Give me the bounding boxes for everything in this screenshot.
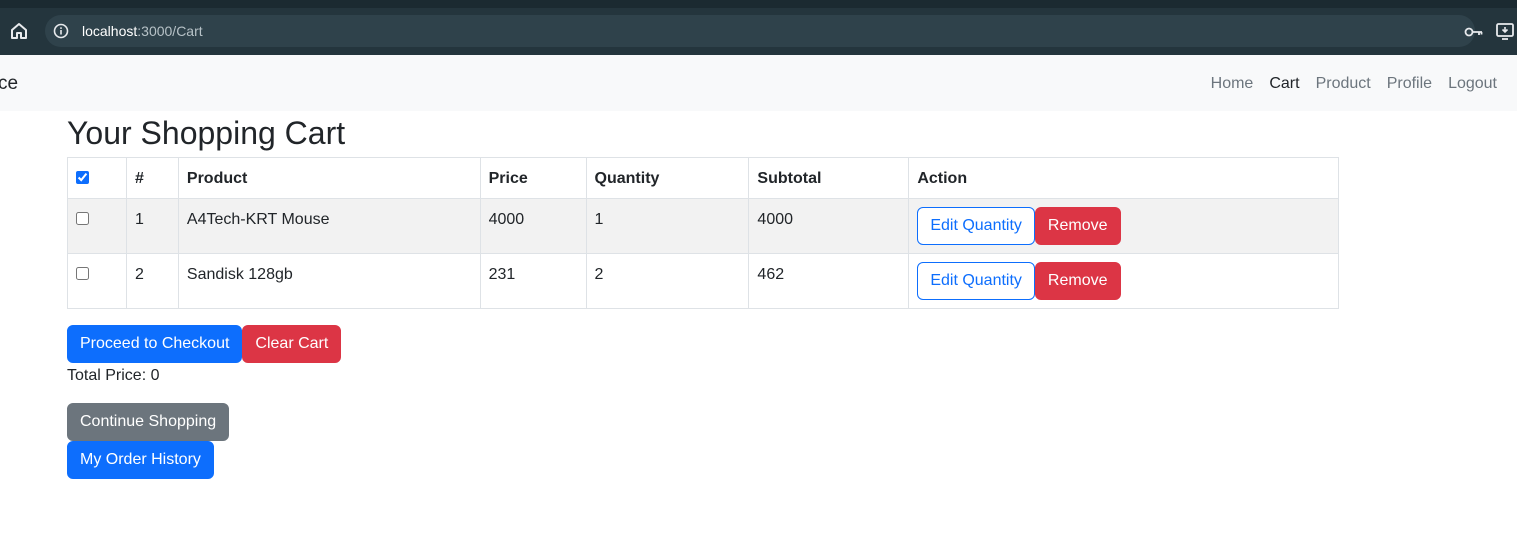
remove-button[interactable]: Remove xyxy=(1034,207,1121,245)
header-subtotal: Subtotal xyxy=(748,157,910,199)
select-all-checkbox[interactable] xyxy=(76,171,89,184)
navbar-brand[interactable]: ce xyxy=(0,73,18,95)
row-number: 1 xyxy=(125,198,179,254)
row-actions: Edit Quantity Remove xyxy=(908,253,1339,309)
url-path: :3000/Cart xyxy=(137,23,203,39)
remove-button[interactable]: Remove xyxy=(1034,262,1121,300)
proceed-to-checkout-button[interactable]: Proceed to Checkout xyxy=(67,325,243,363)
site-navbar: ce Home Cart Product Profile Logout xyxy=(0,55,1517,111)
browser-tab-strip xyxy=(0,0,1517,8)
row-subtotal: 4000 xyxy=(748,198,910,254)
clear-cart-button[interactable]: Clear Cart xyxy=(242,325,342,363)
continue-shopping-button[interactable]: Continue Shopping xyxy=(67,403,230,441)
header-action: Action xyxy=(908,157,1339,199)
edit-quantity-button[interactable]: Edit Quantity xyxy=(917,207,1035,245)
row-select-cell xyxy=(67,198,127,254)
row-quantity: 2 xyxy=(585,253,750,309)
key-icon[interactable] xyxy=(1463,21,1485,43)
nav-link-profile[interactable]: Profile xyxy=(1387,74,1432,94)
install-app-icon[interactable] xyxy=(1495,20,1517,42)
page-title: Your Shopping Cart xyxy=(67,115,346,151)
table-row: 1 A4Tech-KRT Mouse 4000 1 4000 Edit Quan… xyxy=(67,198,1339,254)
header-price: Price xyxy=(479,157,587,199)
nav-link-cart[interactable]: Cart xyxy=(1269,74,1299,94)
row-number: 2 xyxy=(125,253,179,309)
row-subtotal: 462 xyxy=(748,253,910,309)
address-bar[interactable]: localhost:3000/Cart xyxy=(45,15,1475,47)
row-product: Sandisk 128gb xyxy=(177,253,481,309)
row-product: A4Tech-KRT Mouse xyxy=(177,198,481,254)
row-actions: Edit Quantity Remove xyxy=(908,198,1339,254)
total-price: Total Price: 0 xyxy=(67,367,160,384)
nav-link-home[interactable]: Home xyxy=(1211,74,1254,94)
row-checkbox[interactable] xyxy=(76,212,89,225)
row-price: 4000 xyxy=(479,198,587,254)
address-url[interactable]: localhost:3000/Cart xyxy=(82,23,203,39)
nav-link-product[interactable]: Product xyxy=(1316,74,1371,94)
header-number: # xyxy=(125,157,179,199)
cart-actions: Proceed to Checkout Clear Cart xyxy=(67,325,342,363)
edit-quantity-button[interactable]: Edit Quantity xyxy=(917,262,1035,300)
row-quantity: 1 xyxy=(585,198,750,254)
row-select-cell xyxy=(67,253,127,309)
row-price: 231 xyxy=(479,253,587,309)
browser-toolbar: localhost:3000/Cart xyxy=(0,8,1517,55)
header-select-all xyxy=(67,157,127,199)
nav-links: Home Cart Product Profile Logout xyxy=(1211,74,1497,94)
table-row: 2 Sandisk 128gb 231 2 462 Edit Quantity R… xyxy=(67,253,1339,309)
home-icon[interactable] xyxy=(9,21,29,41)
nav-link-logout[interactable]: Logout xyxy=(1448,74,1497,94)
url-host: localhost xyxy=(82,23,138,39)
header-quantity: Quantity xyxy=(585,157,750,199)
order-history-button[interactable]: My Order History xyxy=(67,441,214,479)
table-header-row: # Product Price Quantity Subtotal Action xyxy=(67,157,1339,199)
row-checkbox[interactable] xyxy=(76,267,89,280)
info-icon[interactable] xyxy=(53,23,69,39)
header-product: Product xyxy=(177,157,481,199)
cart-table: # Product Price Quantity Subtotal Action… xyxy=(67,157,1339,309)
